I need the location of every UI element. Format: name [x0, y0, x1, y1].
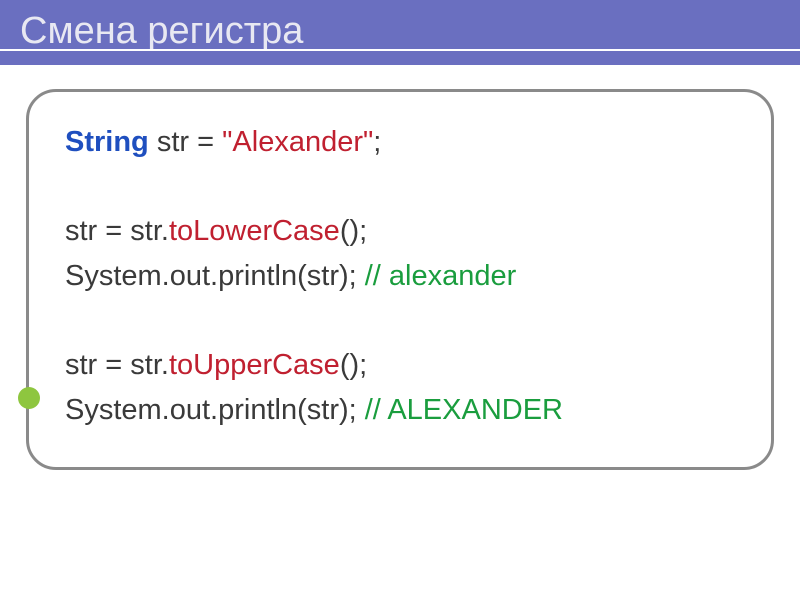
code-comment: // ALEXANDER — [365, 394, 563, 426]
blank-line — [65, 299, 735, 343]
code-text: str = str. — [65, 349, 169, 381]
code-text: str = str. — [65, 215, 169, 247]
code-line-3: System.out.println(str); // alexander — [65, 254, 735, 299]
slide-header: Смена регистра — [0, 0, 800, 65]
code-text: str = — [149, 126, 222, 158]
method-call: toUpperCase — [169, 349, 340, 381]
accent-dot-icon — [18, 387, 40, 409]
keyword-type: String — [65, 126, 149, 158]
code-text: (); — [340, 349, 367, 381]
code-comment: // alexander — [365, 260, 517, 292]
code-line-4: str = str.toUpperCase(); — [65, 343, 735, 388]
code-line-5: System.out.println(str); // ALEXANDER — [65, 388, 735, 433]
code-text: System.out.println(str); — [65, 260, 365, 292]
header-underline — [0, 49, 800, 51]
code-text: (); — [340, 215, 367, 247]
string-literal: "Alexander" — [222, 126, 373, 158]
code-line-1: String str = "Alexander"; — [65, 120, 735, 165]
code-box: String str = "Alexander"; str = str.toLo… — [26, 89, 774, 470]
code-text: ; — [373, 126, 381, 158]
code-text: System.out.println(str); — [65, 394, 365, 426]
slide-title: Смена регистра — [20, 10, 780, 53]
blank-line — [65, 165, 735, 209]
content-area: String str = "Alexander"; str = str.toLo… — [0, 65, 800, 490]
method-call: toLowerCase — [169, 215, 340, 247]
code-line-2: str = str.toLowerCase(); — [65, 209, 735, 254]
